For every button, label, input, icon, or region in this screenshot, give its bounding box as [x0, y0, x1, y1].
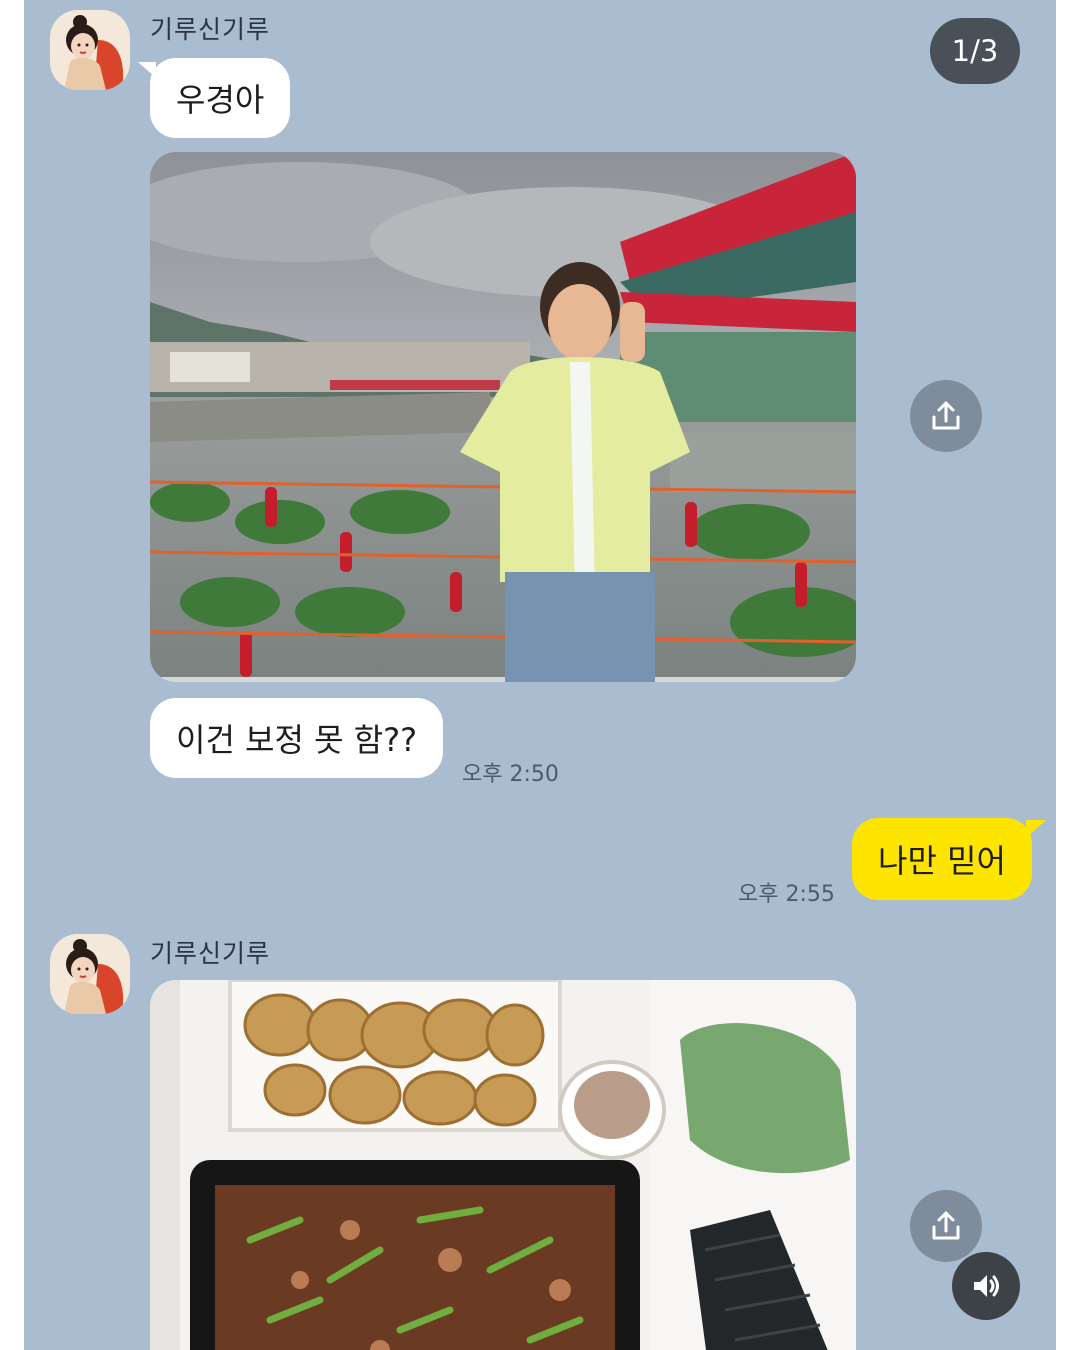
page-indicator: 1/3 — [930, 18, 1020, 84]
message-text: 우경아 — [176, 81, 265, 119]
share-icon — [932, 401, 960, 430]
photo-content — [150, 980, 856, 1350]
message-text: 나만 믿어 — [878, 842, 1006, 880]
sender-avatar[interactable] — [50, 934, 130, 1014]
message-time: 오후 2:55 — [738, 882, 835, 907]
message-text: 이건 보정 못 함?? — [176, 721, 418, 759]
sound-button[interactable] — [952, 1252, 1020, 1320]
chat-screen: 1/3 기루신기루 우경아 이건 보정 못 함?? 오후 2:50 나만 믿어 … — [24, 0, 1056, 1350]
speaker-icon — [974, 1275, 999, 1297]
share-button[interactable] — [910, 380, 982, 452]
avatar-illustration-icon — [50, 10, 130, 90]
avatar-illustration-icon — [50, 934, 130, 1014]
share-icon — [932, 1211, 960, 1240]
sender-name: 기루신기루 — [150, 939, 271, 968]
message-bubble[interactable]: 이건 보정 못 함?? — [150, 698, 444, 778]
message-photo-food[interactable] — [150, 980, 856, 1350]
message-time: 오후 2:50 — [462, 762, 559, 787]
sender-avatar[interactable] — [50, 10, 130, 90]
message-photo-festival[interactable] — [150, 152, 856, 682]
sender-name: 기루신기루 — [150, 15, 271, 44]
my-message-bubble[interactable]: 나만 믿어 — [852, 818, 1046, 900]
message-bubble[interactable]: 우경아 — [137, 58, 291, 138]
photo-content — [150, 152, 856, 682]
share-button[interactable] — [910, 1190, 982, 1262]
